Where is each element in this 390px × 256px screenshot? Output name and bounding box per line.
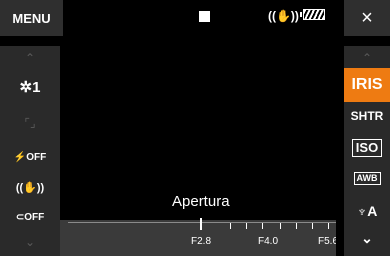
- slider-tick: [230, 223, 231, 229]
- slider-tick: [296, 223, 297, 229]
- stabilizer-status-icon: ((✋)): [268, 9, 299, 23]
- slider-tick: [312, 223, 313, 229]
- left-scroll-up-icon[interactable]: ⌃: [0, 50, 60, 66]
- powered-is-off-button[interactable]: ⊂OFF: [0, 206, 60, 228]
- face-detection-icon[interactable]: ⌜⌟: [0, 112, 60, 134]
- tick-label: F2.8: [190, 236, 212, 247]
- top-bar: MENU ((✋)) ×: [0, 0, 390, 36]
- awb-button[interactable]: AWB: [344, 168, 390, 188]
- left-scroll-down-icon[interactable]: ⌄: [0, 234, 60, 250]
- slider-edge: [336, 220, 344, 256]
- right-function-panel: ⌃ IRIS SHTR ISO AWB ♆A ⌄: [344, 46, 390, 256]
- slider-tick: [328, 223, 329, 229]
- touch-decoration-button[interactable]: ✲1: [0, 74, 60, 100]
- tick-label: F4.0: [257, 236, 279, 247]
- slider-track[interactable]: [68, 222, 344, 223]
- battery-icon: [300, 9, 325, 20]
- stabilizer-button[interactable]: ((✋)): [0, 176, 60, 198]
- mic-level-button[interactable]: ♆A: [344, 200, 390, 222]
- slider-title: Apertura: [172, 193, 230, 210]
- slider-tick: [246, 223, 247, 229]
- right-scroll-up-icon[interactable]: ⌃: [344, 50, 390, 66]
- menu-button[interactable]: MENU: [0, 0, 63, 36]
- close-button[interactable]: ×: [344, 0, 390, 36]
- record-indicator-icon: [199, 11, 210, 22]
- flash-off-button[interactable]: ⚡OFF: [0, 146, 60, 168]
- tick-label: F5.6: [317, 236, 339, 247]
- current-value-marker[interactable]: [200, 218, 202, 230]
- shutter-button[interactable]: SHTR: [344, 106, 390, 126]
- right-scroll-down-icon[interactable]: ⌄: [344, 228, 390, 248]
- slider-tick: [262, 223, 263, 229]
- iso-button[interactable]: ISO: [344, 138, 390, 158]
- left-function-panel: ⌃ ✲1 ⌜⌟ ⚡OFF ((✋)) ⊂OFF ⌄: [0, 46, 60, 256]
- slider-tick: [280, 223, 281, 229]
- iso-label: ISO: [351, 139, 383, 157]
- iris-button[interactable]: IRIS: [344, 68, 390, 102]
- awb-label: AWB: [353, 171, 381, 185]
- aperture-slider[interactable]: F2.8 F4.0 F5.6: [60, 218, 344, 256]
